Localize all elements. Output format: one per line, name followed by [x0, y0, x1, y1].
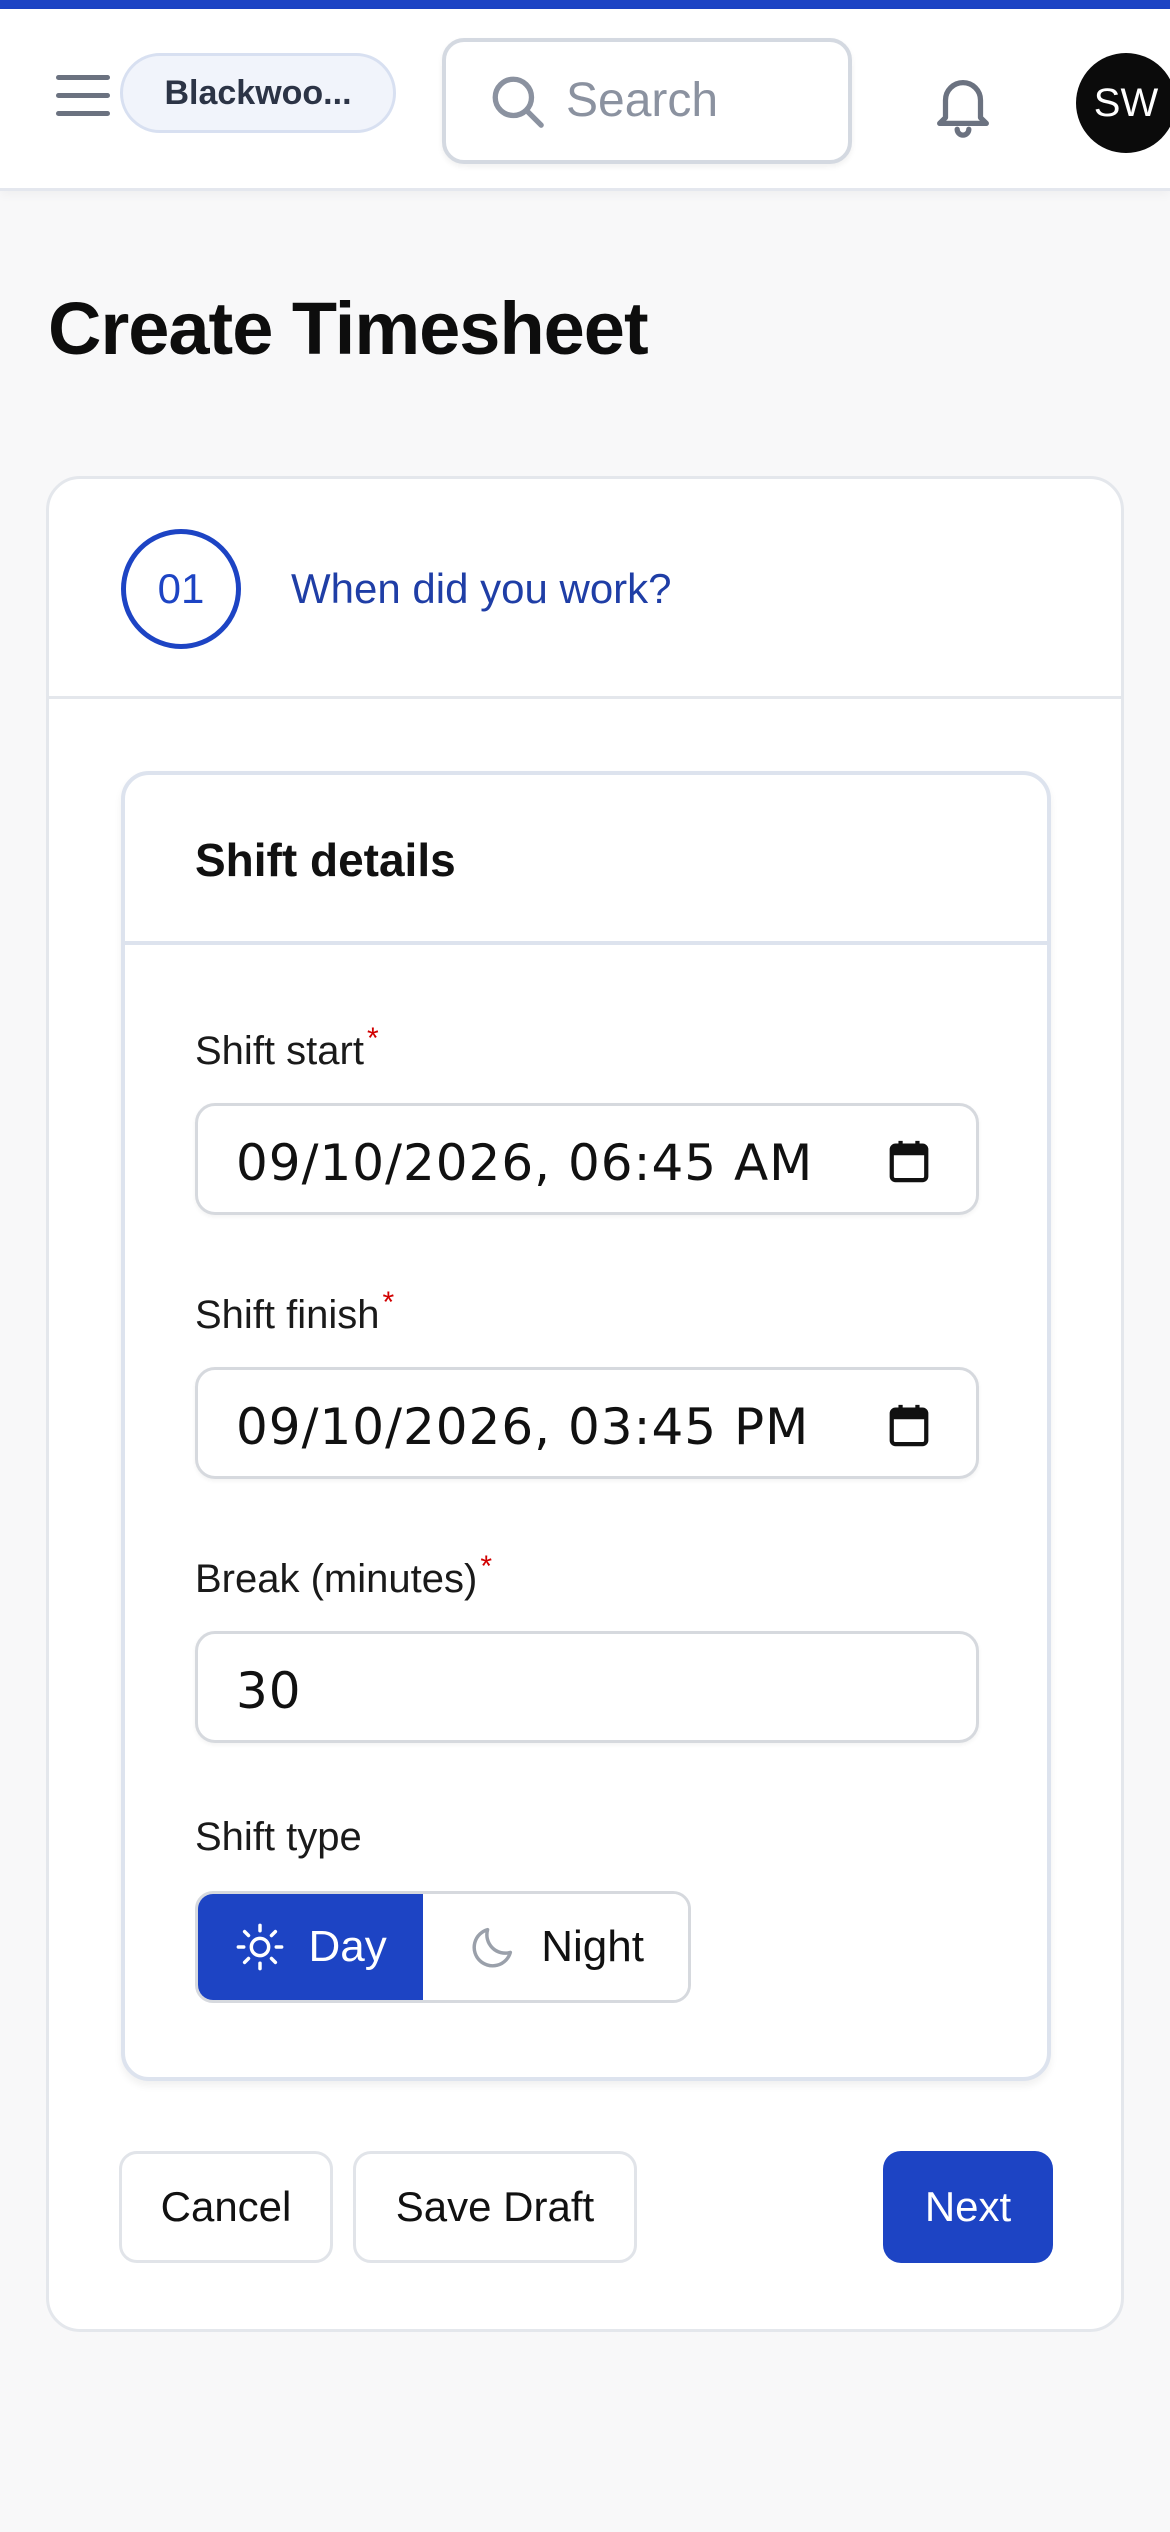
- sun-icon: [237, 1923, 284, 1971]
- save-draft-button[interactable]: Save Draft: [353, 2151, 637, 2263]
- break-minutes-label: Break (minutes) *: [195, 1550, 492, 1602]
- shift-type-day-label: Day: [308, 1922, 387, 1971]
- shift-type-night-label: Night: [541, 1922, 644, 1971]
- top-accent-bar: [0, 0, 1170, 9]
- moon-icon: [472, 1927, 513, 1968]
- shift-type-label: Shift type: [195, 1815, 362, 1859]
- calendar-icon[interactable]: [886, 1402, 932, 1448]
- shift-finish-value: 09/10/2026, 03:45 PM: [236, 1398, 810, 1456]
- search-input[interactable]: [566, 62, 836, 138]
- shift-start-field[interactable]: 09/10/2026, 06:45 AM: [195, 1103, 979, 1215]
- hamburger-menu-icon[interactable]: [52, 71, 114, 121]
- shift-type-toggle: Day Night: [195, 1891, 691, 2003]
- cancel-button[interactable]: Cancel: [119, 2151, 333, 2263]
- shift-details-header: Shift details: [125, 775, 1047, 945]
- organization-chip[interactable]: Blackwoo...: [120, 53, 396, 133]
- required-asterisk: *: [366, 1022, 379, 1055]
- shift-start-value: 09/10/2026, 06:45 AM: [236, 1134, 814, 1192]
- break-minutes-field[interactable]: 30: [195, 1631, 979, 1743]
- calendar-icon[interactable]: [886, 1138, 932, 1184]
- notification-bell-icon[interactable]: [928, 67, 998, 139]
- step-title: When did you work?: [291, 565, 672, 612]
- step-number-badge: 01: [121, 529, 241, 649]
- break-minutes-label-text: Break (minutes): [195, 1557, 478, 1601]
- shift-type-night-option[interactable]: Night: [423, 1894, 688, 2000]
- shift-finish-field[interactable]: 09/10/2026, 03:45 PM: [195, 1367, 979, 1479]
- required-asterisk: *: [382, 1286, 395, 1319]
- search-box[interactable]: [442, 38, 852, 164]
- shift-details-title: Shift details: [195, 834, 456, 886]
- shift-start-label-text: Shift start: [195, 1029, 364, 1073]
- shift-finish-label-text: Shift finish: [195, 1293, 380, 1337]
- step-header: 01 When did you work?: [49, 479, 1121, 699]
- user-avatar[interactable]: SW: [1076, 53, 1170, 153]
- shift-type-day-option[interactable]: Day: [198, 1894, 424, 2000]
- required-asterisk: *: [480, 1550, 492, 1583]
- break-minutes-value: 30: [236, 1662, 302, 1720]
- shift-details-card: Shift details Shift start * 09/10/2026, 0…: [121, 771, 1051, 2081]
- page-title: Create Timesheet: [48, 287, 649, 370]
- next-button[interactable]: Next: [883, 2151, 1053, 2263]
- shift-finish-label: Shift finish *: [195, 1286, 394, 1338]
- shift-start-label: Shift start *: [195, 1022, 379, 1074]
- top-navigation-bar: Blackwoo... SW: [0, 9, 1170, 191]
- timesheet-form-card: 01 When did you work? Shift details Shif…: [46, 476, 1124, 2332]
- search-icon: [492, 76, 544, 128]
